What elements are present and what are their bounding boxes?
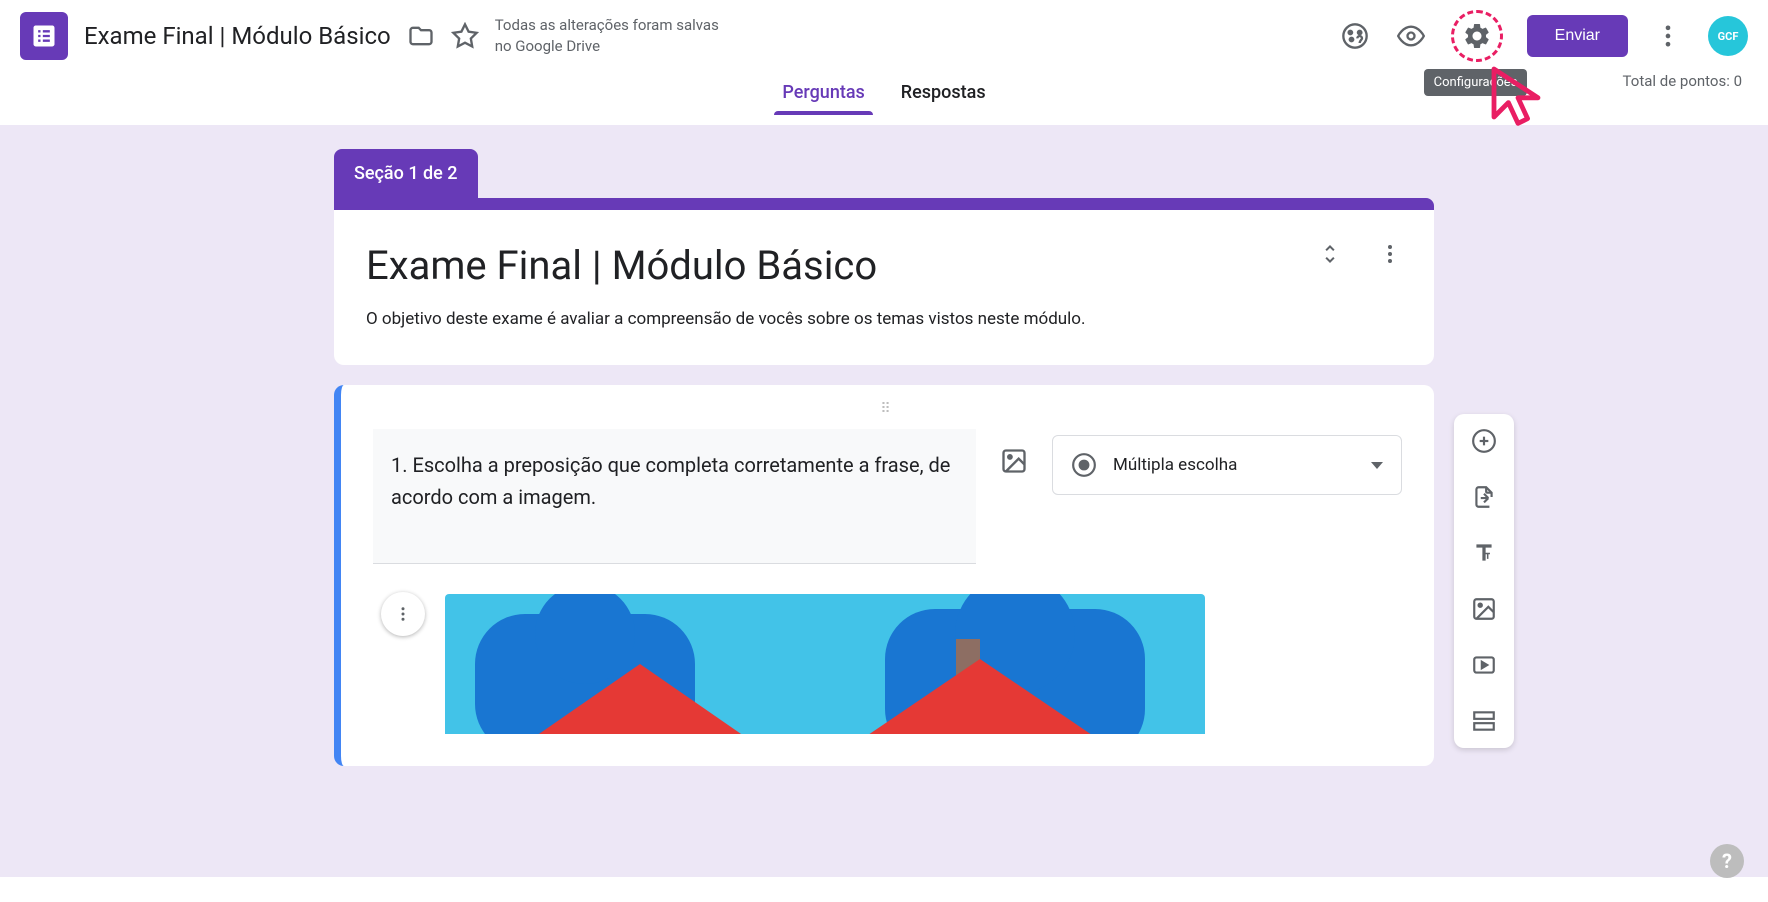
user-avatar[interactable]: GCF [1708,16,1748,56]
preview-icon[interactable] [1395,20,1427,52]
section-title[interactable]: Exame Final | Módulo Básico [366,242,1402,289]
question-type-dropdown[interactable]: Múltipla escolha [1052,435,1402,495]
question-type-label: Múltipla escolha [1113,455,1355,475]
import-questions-icon[interactable] [1471,484,1497,510]
section-indicator: Seção 1 de 2 [334,149,478,198]
forms-logo[interactable] [20,12,68,60]
star-icon[interactable] [451,22,479,50]
section-header-card[interactable]: Exame Final | Módulo Básico O objetivo d… [334,210,1434,365]
chevron-down-icon [1371,462,1383,469]
side-toolbar [1454,414,1514,748]
palette-icon[interactable] [1339,20,1371,52]
settings-icon[interactable]: Configurações [1451,10,1503,62]
section-more-icon[interactable] [1374,238,1406,270]
question-image[interactable] [445,594,1205,734]
section-description[interactable]: O objetivo deste exame é avaliar a compr… [366,309,1402,329]
send-button[interactable]: Enviar [1527,15,1628,57]
add-title-icon[interactable] [1471,540,1497,566]
save-status: Todas as alterações foram salvas no Goog… [495,15,735,57]
tab-questions[interactable]: Perguntas [782,82,864,115]
more-options-icon[interactable] [1652,20,1684,52]
section-accent-bar [334,198,1434,210]
question-card[interactable]: ⠿ 1. Escolha a preposição que completa c… [334,385,1434,766]
image-menu-button[interactable] [381,592,425,636]
folder-icon[interactable] [407,22,435,50]
add-image-tool-icon[interactable] [1471,596,1497,622]
add-question-icon[interactable] [1471,428,1497,454]
drag-handle-icon[interactable]: ⠿ [373,397,1402,429]
collapse-icon[interactable] [1314,238,1346,270]
document-title[interactable]: Exame Final | Módulo Básico [84,22,391,50]
add-section-icon[interactable] [1471,708,1497,734]
question-text-input[interactable]: 1. Escolha a preposição que completa cor… [373,429,976,564]
tab-responses[interactable]: Respostas [901,82,986,115]
help-button[interactable]: ? [1710,844,1744,878]
add-image-icon[interactable] [1000,447,1028,475]
add-video-icon[interactable] [1471,652,1497,678]
points-total: Total de pontos: 0 [1623,72,1742,90]
